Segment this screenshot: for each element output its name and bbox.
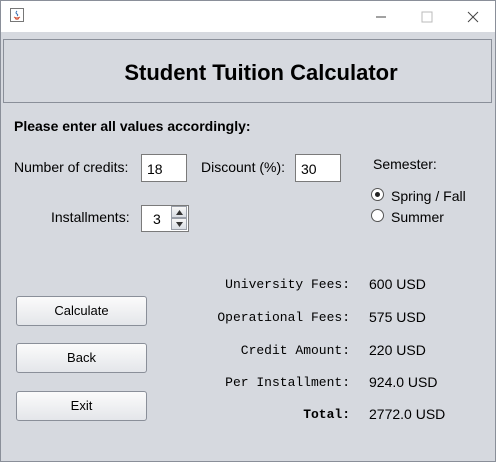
credit-amount-label: Credit Amount:	[240, 343, 350, 358]
calculate-button[interactable]: Calculate	[16, 296, 147, 326]
chevron-down-icon	[176, 222, 183, 227]
spinner-up-button[interactable]	[171, 206, 187, 218]
maximize-button[interactable]	[403, 1, 449, 32]
installments-spinner[interactable]: 3	[141, 205, 189, 232]
radio-selected-dot	[375, 192, 380, 197]
chevron-up-icon	[176, 210, 183, 215]
radio-summer[interactable]	[371, 209, 384, 222]
credits-label: Number of credits:	[14, 159, 129, 175]
installments-value[interactable]: 3	[153, 211, 161, 227]
spinner-down-button[interactable]	[171, 218, 187, 230]
radio-label-spring-fall: Spring / Fall	[391, 188, 466, 204]
app-window: Student Tuition Calculator Please enter …	[0, 0, 496, 462]
minimize-button[interactable]	[357, 1, 403, 32]
java-app-icon	[10, 8, 24, 22]
radio-spring-fall[interactable]	[371, 188, 384, 201]
back-button[interactable]: Back	[16, 343, 147, 373]
total-label: Total:	[303, 407, 350, 422]
total-value: 2772.0 USD	[369, 406, 446, 422]
credits-field[interactable]: 18	[141, 154, 187, 182]
semester-label: Semester:	[373, 156, 437, 172]
instruction-label: Please enter all values accordingly:	[14, 118, 251, 134]
page-title: Student Tuition Calculator	[124, 60, 398, 85]
per-installment-value: 924.0 USD	[369, 374, 438, 390]
close-button[interactable]	[449, 1, 495, 32]
exit-button[interactable]: Exit	[16, 391, 147, 421]
title-bar	[1, 1, 495, 32]
installments-label: Installments:	[51, 209, 130, 225]
credit-amount-value: 220 USD	[369, 342, 426, 358]
operational-fees-value: 575 USD	[369, 309, 426, 325]
discount-label: Discount (%):	[201, 159, 286, 175]
header-panel: Student Tuition Calculator	[3, 39, 492, 103]
per-installment-label: Per Installment:	[225, 375, 350, 390]
radio-label-summer: Summer	[391, 209, 444, 225]
operational-fees-label: Operational Fees:	[217, 310, 350, 325]
discount-field[interactable]: 30	[295, 154, 341, 182]
university-fees-label: University Fees:	[225, 277, 350, 292]
university-fees-value: 600 USD	[369, 276, 426, 292]
